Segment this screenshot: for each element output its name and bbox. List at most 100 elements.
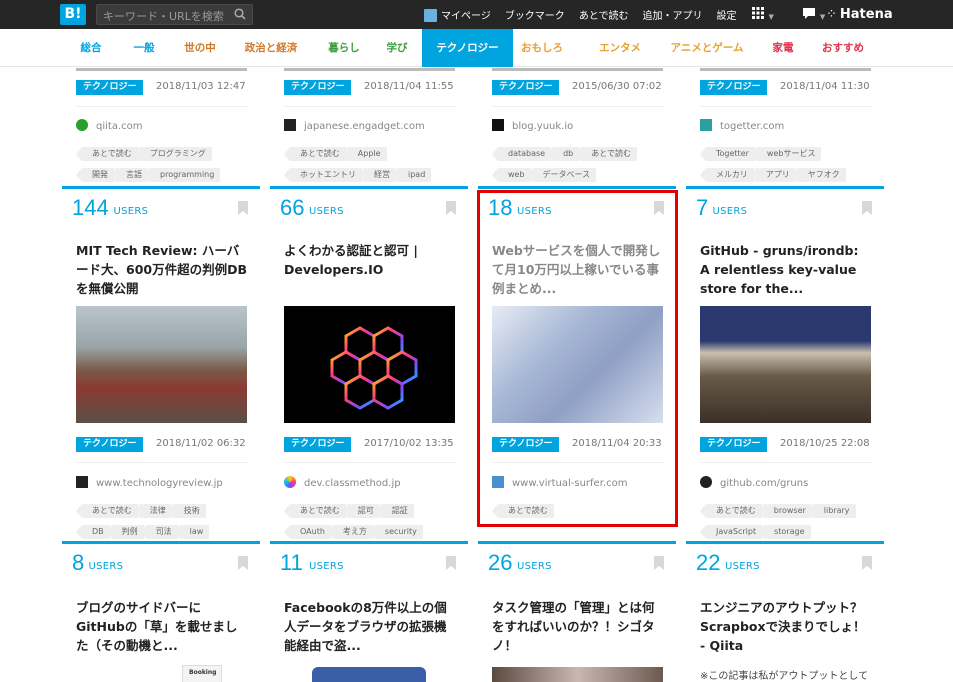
tag[interactable]: library <box>807 504 856 518</box>
entry-title[interactable]: タスク管理の「管理」とは何をすればいいのか？！シゴタノ！ <box>492 598 664 655</box>
tab-category[interactable]: 暮らし <box>318 29 370 67</box>
search-box[interactable] <box>96 4 253 26</box>
tag[interactable]: 技術 <box>167 504 206 518</box>
category-badge[interactable]: テクノロジー <box>700 80 768 95</box>
bookmark-ribbon-icon[interactable] <box>446 556 456 570</box>
bookmark-user-count[interactable]: 11 <box>280 550 303 576</box>
tag[interactable]: ipad <box>391 168 432 182</box>
bookmark-ribbon-icon[interactable] <box>446 201 456 215</box>
bookmark-user-count[interactable]: 22 <box>696 550 720 576</box>
entry-card[interactable]: 66 USERS よくわかる認証と認可 | Developers.IO テクノロジー 2… <box>270 186 468 539</box>
entry-title[interactable]: GitHub - gruns/irondb: A relentless key-… <box>700 241 872 298</box>
tag[interactable]: あとで読む <box>284 147 346 161</box>
entry-card[interactable]: テクノロジー 2018/11/04 11:55 japanese.engadget.… <box>270 68 468 186</box>
category-badge[interactable]: テクノロジー <box>76 80 144 95</box>
tab-category[interactable]: おすすめ <box>812 29 874 67</box>
tag[interactable]: security <box>368 525 423 539</box>
entry-domain[interactable]: github.com/gruns <box>700 476 808 489</box>
bookmark-ribbon-icon[interactable] <box>654 556 664 570</box>
tab-category[interactable]: 世の中 <box>176 29 224 67</box>
entry-card[interactable]: 22 USERS エンジニアのアウトプット？Scrapboxで決まりでしょ！ - Q… <box>686 541 884 682</box>
search-input[interactable] <box>97 7 227 26</box>
entry-domain[interactable]: togetter.com <box>700 119 784 132</box>
category-badge[interactable]: テクノロジー <box>284 437 352 452</box>
mypage-link[interactable]: マイページ <box>424 7 491 23</box>
tab-category[interactable]: おもしろ <box>518 29 566 67</box>
bookmark-user-count[interactable]: 66 <box>280 195 304 221</box>
entry-thumbnail[interactable] <box>700 306 871 423</box>
entry-title[interactable]: Facebookの8万件以上の個人データをブラウザの拡張機能経由で盗... <box>284 598 456 655</box>
tag[interactable]: ヤフオク <box>791 168 846 182</box>
entry-card[interactable]: テクノロジー 2015/06/30 07:02 blog.yuuk.io databa… <box>478 68 676 186</box>
category-badge[interactable]: テクノロジー <box>284 80 352 95</box>
hatena-brand[interactable]: ⁘ Hatena <box>826 0 893 29</box>
tag[interactable]: browser <box>757 504 812 518</box>
tab-category[interactable]: 総合 <box>68 29 114 67</box>
entry-card[interactable]: 26 USERS タスク管理の「管理」とは何をすればいいのか？！シゴタノ！ <box>478 541 676 682</box>
category-badge[interactable]: テクノロジー <box>700 437 768 452</box>
tag[interactable]: データベース <box>526 168 597 182</box>
tab-category[interactable]: 政治と経済 <box>236 29 306 67</box>
entry-thumbnail[interactable] <box>284 306 455 423</box>
tab-category[interactable]: 一般 <box>118 29 170 67</box>
tab-category[interactable]: エンタメ <box>590 29 650 67</box>
entry-title[interactable]: よくわかる認証と認可 | Developers.IO <box>284 241 456 279</box>
tag[interactable]: ホットエントリ <box>284 168 362 182</box>
read-later-link[interactable]: あとで読む <box>579 7 629 22</box>
tag[interactable]: law <box>173 525 210 539</box>
tab-category[interactable]: テクノロジー <box>422 29 513 67</box>
category-badge[interactable]: テクノロジー <box>492 80 560 95</box>
entry-card[interactable]: 144 USERS MIT Tech Review: ハーバード大、600万件超の判… <box>62 186 260 539</box>
search-icon[interactable] <box>234 8 246 20</box>
tag[interactable]: programming <box>143 168 221 182</box>
tag[interactable]: 考え方 <box>326 525 373 539</box>
tag[interactable]: あとで読む <box>76 147 138 161</box>
entry-card[interactable]: テクノロジー 2018/11/04 11:30 togetter.com Togett… <box>686 68 884 186</box>
tag[interactable]: database <box>491 147 552 161</box>
settings-link[interactable]: 設定 <box>717 7 737 22</box>
tag[interactable]: storage <box>758 525 811 539</box>
bookmark-ribbon-icon[interactable] <box>238 556 248 570</box>
bookmark-ribbon-icon[interactable] <box>862 201 872 215</box>
bookmark-link[interactable]: ブックマーク <box>505 7 565 22</box>
entry-card[interactable]: 7 USERS GitHub - gruns/irondb: A relentles… <box>686 186 884 539</box>
bookmark-user-count[interactable]: 144 <box>72 195 109 221</box>
entry-domain[interactable]: www.technologyreview.jp <box>76 476 223 489</box>
bookmark-ribbon-icon[interactable] <box>238 201 248 215</box>
tag[interactable]: Togetter <box>700 147 755 161</box>
tag[interactable]: あとで読む <box>284 504 346 518</box>
entry-title[interactable]: MIT Tech Review: ハーバード大、600万件超の判例DBを無償公開 <box>76 241 248 298</box>
tag[interactable]: プログラミング <box>133 147 212 161</box>
entry-title[interactable]: ブログのサイドバーにGitHubの「草」を載せました（その動機と... <box>76 598 248 655</box>
tag[interactable]: アプリ <box>749 168 796 182</box>
entry-domain[interactable]: blog.yuuk.io <box>492 119 573 132</box>
bookmark-user-count[interactable]: 8 <box>72 550 84 576</box>
category-badge[interactable]: テクノロジー <box>76 437 144 452</box>
tag[interactable]: OAuth <box>284 525 331 539</box>
apps-menu[interactable]: ▼ <box>751 7 788 22</box>
entry-card[interactable]: テクノロジー 2018/11/03 12:47 qiita.com あとで読む プログラ… <box>62 68 260 186</box>
tag[interactable]: あとで読む <box>76 504 138 518</box>
tab-category[interactable]: 学び <box>376 29 418 67</box>
tag[interactable]: Apple <box>341 147 387 161</box>
entry-card[interactable]: 11 USERS Facebookの8万件以上の個人データをブラウザの拡張機能経由で… <box>270 541 468 682</box>
entry-thumbnail[interactable] <box>492 667 663 682</box>
add-app-link[interactable]: 追加・アプリ <box>643 7 703 22</box>
tab-category[interactable]: 家電 <box>764 29 802 67</box>
entry-domain[interactable]: japanese.engadget.com <box>284 119 425 132</box>
tag[interactable]: JavaScript <box>699 525 763 539</box>
hatena-bookmark-logo[interactable]: B! <box>60 4 86 25</box>
tag[interactable]: webサービス <box>750 147 822 161</box>
tag[interactable]: 認証 <box>375 504 414 518</box>
tag[interactable]: メルカリ <box>700 168 754 182</box>
entry-thumbnail[interactable] <box>76 306 247 423</box>
entry-domain[interactable]: dev.classmethod.jp <box>284 476 401 489</box>
bookmark-user-count[interactable]: 26 <box>488 550 512 576</box>
entry-thumbnail[interactable] <box>312 667 426 682</box>
tag[interactable]: あとで読む <box>575 147 638 161</box>
tab-category[interactable]: アニメとゲーム <box>662 29 752 67</box>
entry-title[interactable]: エンジニアのアウトプット？Scrapboxで決まりでしょ！ - Qiita <box>700 598 872 655</box>
entry-thumbnail[interactable]: Booking <box>182 665 222 682</box>
entry-domain[interactable]: qiita.com <box>76 119 143 132</box>
entry-card[interactable]: 8 USERS ブログのサイドバーにGitHubの「草」を載せました（その動機と..… <box>62 541 260 682</box>
